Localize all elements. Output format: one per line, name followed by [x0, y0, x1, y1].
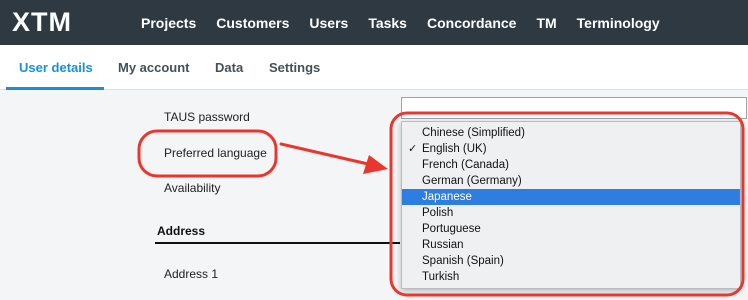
nav-users[interactable]: Users — [309, 15, 348, 31]
nav-customers[interactable]: Customers — [216, 15, 289, 31]
tab-settings[interactable]: Settings — [269, 60, 320, 75]
language-option-highlighted[interactable]: Japanese — [402, 189, 740, 205]
language-option[interactable]: Polish — [402, 205, 740, 221]
language-option[interactable]: Turkish — [402, 269, 740, 285]
nav-projects[interactable]: Projects — [141, 15, 196, 31]
checkmark-icon: ✓ — [408, 143, 418, 155]
top-navigation-bar: XTM Projects Customers Users Tasks Conco… — [0, 0, 748, 45]
language-option[interactable]: Portuguese — [402, 221, 740, 237]
language-option[interactable]: French (Canada) — [402, 157, 740, 173]
address-heading: Address — [157, 224, 206, 238]
svg-text:XTM: XTM — [12, 9, 72, 35]
language-option[interactable]: German (Germany) — [402, 173, 740, 189]
tab-my-account[interactable]: My account — [118, 60, 190, 75]
nav-terminology[interactable]: Terminology — [577, 15, 660, 31]
availability-label: Availability — [164, 181, 221, 195]
preferred-language-dropdown[interactable]: Chinese (Simplified) ✓ English (UK) Frenc… — [401, 121, 741, 289]
taus-password-label: TAUS password — [164, 110, 250, 124]
language-option[interactable]: Spanish (Spain) — [402, 253, 740, 269]
main-nav: Projects Customers Users Tasks Concordan… — [141, 0, 660, 45]
nav-tasks[interactable]: Tasks — [368, 15, 407, 31]
preferred-language-label: Preferred language — [164, 146, 267, 160]
tab-data[interactable]: Data — [215, 60, 243, 75]
tab-user-details[interactable]: User details — [19, 60, 93, 75]
nav-concordance[interactable]: Concordance — [427, 15, 516, 31]
language-option[interactable]: Chinese (Simplified) — [402, 125, 740, 141]
section-divider — [155, 242, 400, 244]
language-option[interactable]: Russian — [402, 237, 740, 253]
language-option-checked[interactable]: ✓ English (UK) — [402, 141, 740, 157]
taus-password-field[interactable] — [401, 97, 747, 119]
xtm-logo[interactable]: XTM — [10, 9, 110, 35]
tab-bar: User details My account Data Settings — [0, 45, 748, 90]
nav-tm[interactable]: TM — [536, 15, 556, 31]
address-1-label: Address 1 — [164, 267, 219, 281]
